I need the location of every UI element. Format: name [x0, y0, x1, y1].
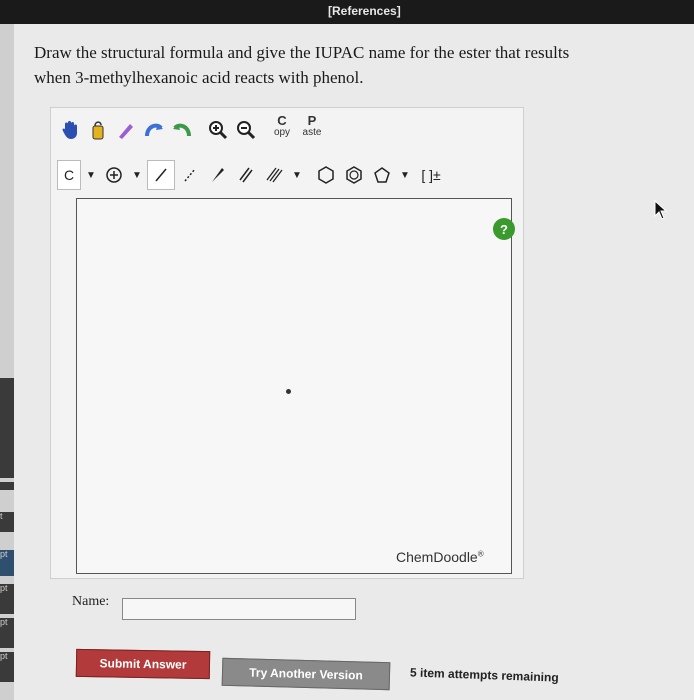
paste-button[interactable]: P aste: [297, 113, 327, 145]
left-sidebar-label: pt: [0, 549, 8, 559]
left-sidebar-label: pt: [0, 651, 8, 661]
references-link[interactable]: [References]: [328, 4, 401, 18]
chemdoodle-brand: ChemDoodle®: [396, 549, 484, 565]
hand-icon[interactable]: [57, 116, 83, 144]
chevron-down-icon[interactable]: ▼: [397, 161, 413, 189]
bracket-icon[interactable]: [ ]±: [415, 161, 447, 189]
question-text: Draw the structural formula and give the…: [34, 40, 684, 90]
try-another-version-button[interactable]: Try Another Version: [221, 657, 391, 691]
left-sidebar-item[interactable]: t: [0, 512, 14, 532]
help-label: ?: [500, 221, 508, 237]
left-sidebar-label: pt: [0, 617, 8, 627]
question-line: when 3-methylhexanoic acid reacts with p…: [34, 68, 364, 87]
brand-name: ChemDoodle: [396, 549, 478, 565]
left-sidebar-label: t: [0, 511, 3, 521]
left-sidebar-label: pt: [0, 583, 8, 593]
element-label: C: [63, 167, 75, 183]
benzene-icon[interactable]: [341, 161, 367, 189]
element-selector[interactable]: C: [57, 160, 81, 190]
copy-label-big: C: [277, 113, 287, 128]
cyclohexane-icon[interactable]: [313, 161, 339, 189]
zoom-out-icon[interactable]: [233, 116, 259, 144]
charge-icon[interactable]: [101, 161, 127, 189]
triple-bond-icon[interactable]: [261, 161, 287, 189]
undo-icon[interactable]: [141, 116, 167, 144]
name-input[interactable]: [122, 598, 356, 620]
zoom-in-icon[interactable]: [205, 116, 231, 144]
top-bar: [References]: [0, 0, 694, 24]
redo-icon[interactable]: [169, 116, 195, 144]
left-sidebar-block: [0, 378, 14, 478]
copy-button[interactable]: C opy: [267, 113, 297, 145]
toolbar-row-1: C opy P aste: [57, 113, 327, 147]
brand-mark: ®: [477, 549, 484, 559]
eraser-icon[interactable]: [113, 116, 139, 144]
single-bond-icon[interactable]: [147, 160, 175, 190]
paste-label-big: P: [307, 113, 317, 128]
chevron-down-icon[interactable]: ▼: [83, 161, 99, 189]
mouse-cursor-icon: [654, 199, 668, 225]
copy-label-small: opy: [273, 127, 291, 138]
left-sidebar-item[interactable]: pt: [0, 652, 14, 682]
wedge-bond-icon[interactable]: [205, 161, 231, 189]
double-bond-icon[interactable]: [233, 161, 259, 189]
dashed-bond-icon[interactable]: [177, 161, 203, 189]
left-sidebar-item[interactable]: pt: [0, 618, 14, 648]
canvas-dot: [286, 389, 291, 394]
help-button[interactable]: ?: [493, 218, 515, 240]
submit-answer-button[interactable]: Submit Answer: [75, 648, 211, 680]
toolbar-row-2: C ▼ ▼ ▼ ▼ [ ]±: [57, 158, 449, 192]
chevron-down-icon[interactable]: ▼: [289, 161, 305, 189]
bracket-label: [ ]±: [421, 167, 441, 183]
question-line: Draw the structural formula and give the…: [34, 43, 570, 62]
left-sidebar-item[interactable]: pt: [0, 550, 14, 576]
drawing-canvas[interactable]: [76, 198, 512, 574]
pentagon-icon[interactable]: [369, 161, 395, 189]
chevron-down-icon[interactable]: ▼: [129, 161, 145, 189]
lasso-icon[interactable]: [85, 116, 111, 144]
paste-label-small: aste: [302, 127, 322, 138]
name-label: Name:: [72, 594, 110, 609]
left-sidebar-item[interactable]: pt: [0, 584, 14, 614]
left-sidebar-block: [0, 482, 14, 490]
